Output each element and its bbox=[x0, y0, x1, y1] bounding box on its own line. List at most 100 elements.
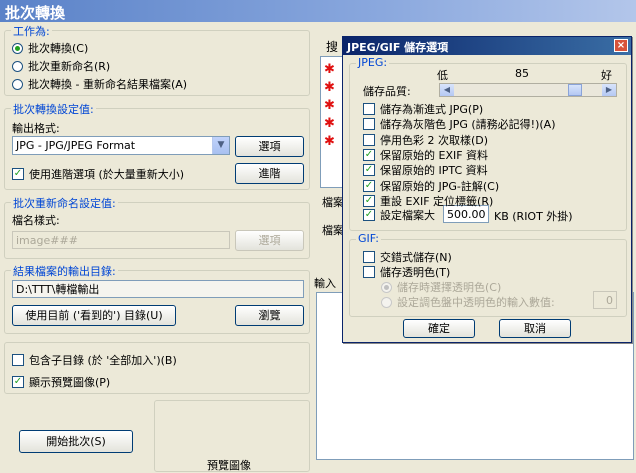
checkbox-box[interactable]: ✓ bbox=[363, 194, 375, 207]
pattern-label: 檔名樣式: bbox=[12, 214, 60, 227]
checkbox-label: 重設 EXIF 定位標籤(R) bbox=[380, 194, 494, 208]
radio-label: 儲存時選擇透明色(C) bbox=[397, 281, 502, 294]
checkbox-label: 保留原始的 IPTC 資料 bbox=[380, 164, 488, 178]
checkbox-label: 使用進階選項 (於大量重新大小) bbox=[29, 168, 185, 181]
advanced-options-checkbox[interactable]: ✓ 使用進階選項 (於大量重新大小) bbox=[12, 166, 184, 182]
checkbox-box[interactable]: ✓ bbox=[12, 376, 24, 388]
image-file-icon: ✱ bbox=[324, 62, 335, 77]
jpeg-option-checkbox[interactable]: 儲存為漸進式 JPG(P) bbox=[363, 101, 483, 117]
radio-indicator[interactable] bbox=[12, 42, 23, 54]
checkbox-label: 儲存為灰階色 JPG (請務必記得!)(A) bbox=[380, 118, 556, 132]
radio-label: 批次轉換 - 重新命名結果檔案(A) bbox=[28, 78, 188, 91]
checkbox-box[interactable]: ✓ bbox=[363, 179, 375, 192]
advanced-button[interactable]: 進階 bbox=[235, 163, 304, 184]
slider-left-icon[interactable]: ◀ bbox=[440, 84, 454, 96]
radio-convert-rename[interactable]: 批次轉換 - 重新命名結果檔案(A) bbox=[12, 76, 187, 92]
interlace-checkbox[interactable]: 交錯式儲存(N) bbox=[363, 249, 452, 265]
checkbox-label: 保留原始的 JPG-註解(C) bbox=[380, 179, 500, 193]
image-file-icon: ✱ bbox=[324, 80, 335, 95]
cancel-button[interactable]: 取消 bbox=[499, 319, 571, 338]
close-icon[interactable]: × bbox=[614, 39, 628, 52]
radio-batch-rename[interactable]: 批次重新命名(R) bbox=[12, 58, 110, 74]
start-batch-button[interactable]: 開始批次(S) bbox=[19, 430, 133, 453]
chevron-down-icon[interactable]: ▼ bbox=[212, 137, 229, 154]
left-panel: 工作為: 批次轉換(C) 批次重新命名(R) 批次轉換 - 重新命名結果檔案(A… bbox=[0, 22, 312, 472]
checkbox-box[interactable] bbox=[363, 118, 375, 131]
radio-label: 批次重新命名(R) bbox=[28, 60, 111, 73]
gif-legend: GIF: bbox=[356, 232, 381, 245]
checkbox-label: 保留原始的 EXIF 資料 bbox=[380, 148, 489, 162]
input-label: 輸入 bbox=[314, 277, 336, 290]
jpeg-option-checkbox[interactable]: 停用色彩 2 次取樣(D) bbox=[363, 132, 488, 148]
checkbox-label: 儲存為漸進式 JPG(P) bbox=[380, 103, 484, 116]
convert-options-button[interactable]: 選項 bbox=[235, 136, 304, 157]
checkbox-label: 設定檔案大 bbox=[380, 209, 435, 222]
image-file-icon: ✱ bbox=[324, 116, 335, 131]
work-legend: 工作為: bbox=[11, 23, 52, 39]
checkbox-box[interactable] bbox=[12, 354, 24, 366]
checkbox-label: 顯示預覽圖像(P) bbox=[29, 376, 111, 389]
pick-transparent-radio[interactable]: 儲存時選擇透明色(C) bbox=[381, 279, 501, 295]
preview-area: 預覽圖像 bbox=[154, 400, 310, 472]
image-file-icon: ✱ bbox=[324, 134, 335, 149]
checkbox-label: 包含子目錄 (於 '全部加入')(B) bbox=[29, 354, 177, 367]
checkbox-box[interactable]: ✓ bbox=[363, 164, 375, 177]
quality-low-label: 低 bbox=[437, 69, 448, 82]
checkbox-box[interactable] bbox=[363, 251, 375, 263]
output-legend: 結果檔案的輸出目錄: bbox=[11, 263, 118, 279]
radio-label: 設定調色盤中透明色的輸入數值: bbox=[397, 296, 555, 309]
window-title: 批次轉換 bbox=[5, 4, 66, 22]
rename-options-button[interactable]: 選項 bbox=[235, 230, 304, 251]
convert-legend: 批次轉換設定值: bbox=[11, 101, 96, 117]
search-label: 搜 bbox=[326, 40, 339, 54]
quality-high-label: 好 bbox=[601, 69, 612, 82]
filesize-checkbox[interactable]: ✓ 設定檔案大 bbox=[363, 207, 435, 223]
checkbox-box[interactable] bbox=[363, 103, 375, 115]
include-subdirs-checkbox[interactable]: 包含子目錄 (於 '全部加入')(B) bbox=[12, 352, 177, 368]
slider-right-icon[interactable]: ▶ bbox=[602, 84, 616, 96]
image-file-icon: ✱ bbox=[324, 98, 335, 113]
format-dropdown[interactable]: JPG - JPG/JPEG Format ▼ bbox=[12, 136, 230, 155]
checkbox-box[interactable]: ✓ bbox=[12, 168, 24, 180]
jpeg-option-checkbox[interactable]: ✓ 保留原始的 IPTC 資料 bbox=[363, 162, 488, 178]
pattern-input[interactable]: image### bbox=[12, 231, 230, 249]
radio-indicator[interactable] bbox=[381, 281, 392, 293]
output-path-field[interactable]: D:\TTT\轉檔輸出 bbox=[12, 280, 304, 298]
radio-label: 批次轉換(C) bbox=[28, 42, 89, 55]
jpeg-option-checkbox[interactable]: ✓ 保留原始的 EXIF 資料 bbox=[363, 147, 488, 163]
palette-transparent-radio[interactable]: 設定調色盤中透明色的輸入數值: bbox=[381, 294, 555, 310]
jpeg-option-checkbox[interactable]: ✓ 保留原始的 JPG-註解(C) bbox=[363, 178, 499, 194]
checkbox-box[interactable]: ✓ bbox=[363, 209, 375, 221]
checkbox-box[interactable]: ✓ bbox=[363, 148, 375, 161]
rename-legend: 批次重新命名設定值: bbox=[11, 195, 118, 211]
ok-button[interactable]: 確定 bbox=[403, 319, 475, 338]
quality-slider[interactable]: ◀ ▶ bbox=[439, 83, 617, 97]
quality-label: 儲存品質: bbox=[363, 85, 411, 98]
jpeg-option-checkbox[interactable]: 儲存為灰階色 JPG (請務必記得!)(A) bbox=[363, 116, 556, 132]
transparent-checkbox[interactable]: 儲存透明色(T) bbox=[363, 264, 450, 280]
radio-batch-convert[interactable]: 批次轉換(C) bbox=[12, 40, 88, 56]
use-current-dir-button[interactable]: 使用目前 ('看到的') 目錄(U) bbox=[12, 305, 176, 326]
dialog-title: JPEG/GIF 儲存選項 bbox=[347, 41, 449, 54]
radio-indicator[interactable] bbox=[12, 78, 23, 90]
radio-indicator[interactable] bbox=[381, 296, 392, 308]
file-label-1: 檔案 bbox=[322, 196, 344, 209]
jpeg-legend: JPEG: bbox=[356, 56, 390, 69]
checkbox-box[interactable] bbox=[363, 266, 375, 278]
checkbox-box[interactable] bbox=[363, 133, 375, 146]
jpeg-option-checkbox[interactable]: ✓ 重設 EXIF 定位標籤(R) bbox=[363, 193, 493, 209]
checkbox-label: 交錯式儲存(N) bbox=[380, 251, 452, 264]
checkbox-label: 停用色彩 2 次取樣(D) bbox=[380, 133, 489, 147]
filesize-unit: KB (RIOT 外掛) bbox=[494, 210, 573, 223]
slider-thumb[interactable] bbox=[567, 84, 582, 96]
format-value: JPG - JPG/JPEG Format bbox=[16, 139, 136, 152]
browse-button[interactable]: 瀏覽 bbox=[235, 305, 304, 326]
checkbox-label: 儲存透明色(T) bbox=[380, 266, 451, 279]
show-preview-checkbox[interactable]: ✓ 顯示預覽圖像(P) bbox=[12, 374, 110, 390]
palette-value-input[interactable]: 0 bbox=[593, 291, 617, 309]
window-titlebar: 批次轉換 bbox=[0, 0, 636, 22]
format-label: 輸出格式: bbox=[12, 122, 60, 135]
preview-caption: 預覽圖像 bbox=[207, 459, 251, 472]
radio-indicator[interactable] bbox=[12, 60, 23, 72]
quality-value-label: 85 bbox=[515, 67, 529, 80]
